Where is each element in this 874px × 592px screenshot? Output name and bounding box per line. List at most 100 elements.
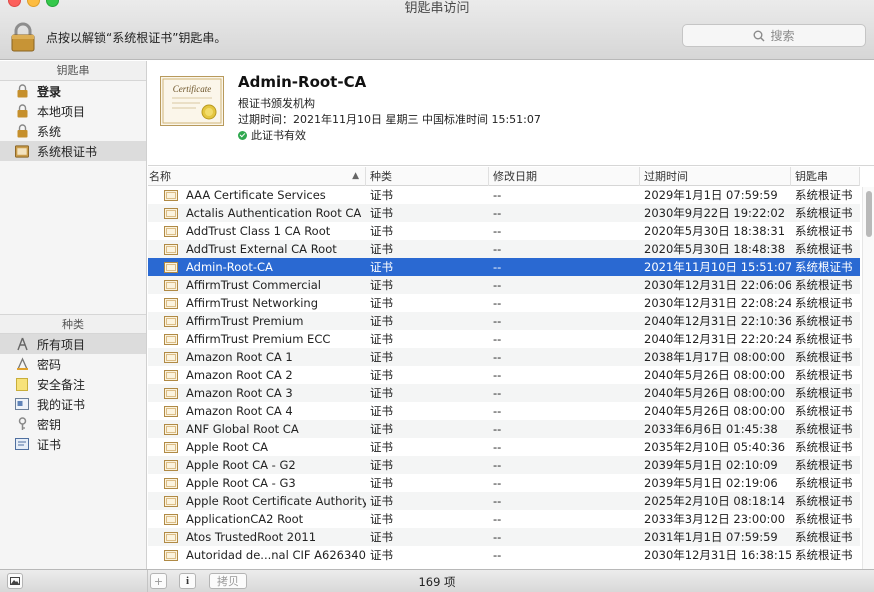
lock-icon xyxy=(15,124,29,138)
table-row[interactable]: AffirmTrust Networking 证书 -- 2030年12月31日 22… xyxy=(148,294,860,312)
table-row[interactable]: ApplicationCA2 Root 证书 -- 2033年3月12日 23:00:… xyxy=(148,510,860,528)
cell-kind: 证书 xyxy=(370,206,393,220)
table-row[interactable]: Admin-Root-CA 证书 -- 2021年11月10日 15:51:07 系统根… xyxy=(148,258,860,276)
sidebar-item-local-items[interactable]: 本地项目 xyxy=(0,101,146,121)
cell-modified: -- xyxy=(493,350,502,364)
column-header-modified[interactable]: 修改日期 xyxy=(489,167,640,186)
cell-expires: 2038年1月17日 08:00:00 xyxy=(644,350,786,364)
table-row[interactable]: Apple Root Certificate Authority 证书 -- 2025… xyxy=(148,492,860,510)
sidebar-item-login[interactable]: 登录 xyxy=(0,81,146,101)
cell-name-text: ApplicationCA2 Root xyxy=(186,512,304,526)
table-row[interactable]: Apple Root CA - G2 证书 -- 2039年5月1日 02:10:09… xyxy=(148,456,860,474)
certificate-icon xyxy=(164,207,178,219)
table-body: AAA Certificate Services 证书 -- 2029年1月1日 07… xyxy=(148,186,860,564)
cell-name-text: Admin-Root-CA xyxy=(186,260,273,274)
keychains-header: 钥匙串 xyxy=(0,61,146,81)
sidebar-item-secure-notes[interactable]: 安全备注 xyxy=(0,374,146,394)
certificate-image: Certificate xyxy=(160,76,224,126)
sidebar-item-label: 本地项目 xyxy=(37,104,86,119)
certificate-valid-text: 此证书有效 xyxy=(251,129,306,142)
certificate-icon xyxy=(164,279,178,291)
lock-icon[interactable] xyxy=(10,22,36,52)
table-row[interactable]: AddTrust Class 1 CA Root 证书 -- 2020年5月30日 1… xyxy=(148,222,860,240)
cell-modified: -- xyxy=(493,314,502,328)
table-row[interactable]: ANF Global Root CA 证书 -- 2033年6月6日 01:45:38… xyxy=(148,420,860,438)
cell-expires: 2030年12月31日 22:06:06 xyxy=(644,278,791,292)
certificate-name: Admin-Root-CA xyxy=(238,73,367,91)
table-scrollbar[interactable] xyxy=(862,187,874,569)
cell-modified: -- xyxy=(493,548,502,562)
sidebar-item-label: 系统根证书 xyxy=(37,144,98,159)
cell-name: ANF Global Root CA xyxy=(148,422,366,436)
table-row[interactable]: Amazon Root CA 2 证书 -- 2040年5月26日 08:00:00 系… xyxy=(148,366,860,384)
cell-name-text: Autoridad de...nal CIF A62634068 xyxy=(186,548,366,562)
cell-expires: 2040年12月31日 22:10:36 xyxy=(644,314,791,328)
password-icon xyxy=(15,357,29,371)
table-row[interactable]: AAA Certificate Services 证书 -- 2029年1月1日 07… xyxy=(148,186,860,204)
column-header-expires[interactable]: 过期时间 xyxy=(640,167,791,186)
table-row[interactable]: AffirmTrust Premium 证书 -- 2040年12月31日 22:10… xyxy=(148,312,860,330)
table-row[interactable]: Autoridad de...nal CIF A62634068 证书 -- 2030… xyxy=(148,546,860,564)
cell-name-text: ANF Global Root CA xyxy=(186,422,299,436)
table-row[interactable]: Apple Root CA 证书 -- 2035年2月10日 05:40:36 系统根证… xyxy=(148,438,860,456)
cell-name: Apple Root CA - G3 xyxy=(148,476,366,490)
table-row[interactable]: AffirmTrust Premium ECC 证书 -- 2040年12月31日 2… xyxy=(148,330,860,348)
cell-name-text: AddTrust External CA Root xyxy=(186,242,337,256)
cell-keychain: 系统根证书 xyxy=(795,206,853,220)
table-row[interactable]: Amazon Root CA 1 证书 -- 2038年1月17日 08:00:00 系… xyxy=(148,348,860,366)
sidebar-item-passwords[interactable]: 密码 xyxy=(0,354,146,374)
column-header-kind[interactable]: 种类 xyxy=(366,167,489,186)
sidebar-item-keys[interactable]: 密钥 xyxy=(0,414,146,434)
cell-name: AffirmTrust Premium ECC xyxy=(148,332,366,346)
cell-keychain: 系统根证书 xyxy=(795,224,853,238)
certificate-icon xyxy=(15,437,29,451)
cell-name: AddTrust External CA Root xyxy=(148,242,366,256)
sidebar-item-certificates[interactable]: 证书 xyxy=(0,434,146,454)
cell-modified: -- xyxy=(493,242,502,256)
cell-expires: 2040年5月26日 08:00:00 xyxy=(644,368,786,382)
cell-modified: -- xyxy=(493,422,502,436)
cell-name: Atos TrustedRoot 2011 xyxy=(148,530,366,544)
svg-text:Certificate: Certificate xyxy=(173,84,212,94)
table-row[interactable]: AffirmTrust Commercial 证书 -- 2030年12月31日 22… xyxy=(148,276,860,294)
table-row[interactable]: AddTrust External CA Root 证书 -- 2020年5月30日 … xyxy=(148,240,860,258)
cell-kind: 证书 xyxy=(370,440,393,454)
cell-name-text: AddTrust Class 1 CA Root xyxy=(186,224,331,238)
certificate-icon xyxy=(164,549,178,561)
cell-keychain: 系统根证书 xyxy=(795,458,853,472)
bottom-bar: + i 拷贝 169 项 xyxy=(0,569,874,592)
cell-expires: 2040年5月26日 08:00:00 xyxy=(644,386,786,400)
table-row[interactable]: Amazon Root CA 4 证书 -- 2040年5月26日 08:00:00 系… xyxy=(148,402,860,420)
column-header-keychain[interactable]: 钥匙串 xyxy=(791,167,860,186)
cell-name: Apple Root CA xyxy=(148,440,366,454)
checkmark-icon xyxy=(238,131,247,140)
certificate-icon xyxy=(164,189,178,201)
toolbar: 钥匙串访问 点按以解锁“系统根证书”钥匙串。 搜索 xyxy=(0,0,874,60)
cell-expires: 2039年5月1日 02:10:09 xyxy=(644,458,778,472)
certificate-icon xyxy=(164,423,178,435)
sidebar-item-system-roots[interactable]: 系统根证书 xyxy=(0,141,146,161)
category-list: 种类 所有项目 密码 安全备注 我的证书 密钥 证书 xyxy=(0,314,146,454)
search-input[interactable]: 搜索 xyxy=(682,24,866,47)
cell-kind: 证书 xyxy=(370,386,393,400)
table-row[interactable]: Amazon Root CA 3 证书 -- 2040年5月26日 08:00:00 系… xyxy=(148,384,860,402)
cell-name: Amazon Root CA 1 xyxy=(148,350,366,364)
cell-expires: 2025年2月10日 08:18:14 xyxy=(644,494,786,508)
certificate-icon xyxy=(164,315,178,327)
sidebar-item-all-items[interactable]: 所有项目 xyxy=(0,334,146,354)
cell-keychain: 系统根证书 xyxy=(795,512,853,526)
table-row[interactable]: Actalis Authentication Root CA 证书 -- 2030年9… xyxy=(148,204,860,222)
cell-kind: 证书 xyxy=(370,260,393,274)
column-header-name[interactable]: 名称 ▲ xyxy=(148,167,366,186)
sidebar-item-system[interactable]: 系统 xyxy=(0,121,146,141)
cell-keychain: 系统根证书 xyxy=(795,548,853,562)
cell-name: Amazon Root CA 4 xyxy=(148,404,366,418)
cell-kind: 证书 xyxy=(370,512,393,526)
table-row[interactable]: Atos TrustedRoot 2011 证书 -- 2031年1月1日 07:59… xyxy=(148,528,860,546)
sidebar-item-label: 密钥 xyxy=(37,417,62,432)
cell-kind: 证书 xyxy=(370,422,393,436)
table-row[interactable]: Apple Root CA - G3 证书 -- 2039年5月1日 02:19:06… xyxy=(148,474,860,492)
cell-name: Amazon Root CA 3 xyxy=(148,386,366,400)
scrollbar-thumb[interactable] xyxy=(866,191,872,237)
sidebar-item-my-certificates[interactable]: 我的证书 xyxy=(0,394,146,414)
